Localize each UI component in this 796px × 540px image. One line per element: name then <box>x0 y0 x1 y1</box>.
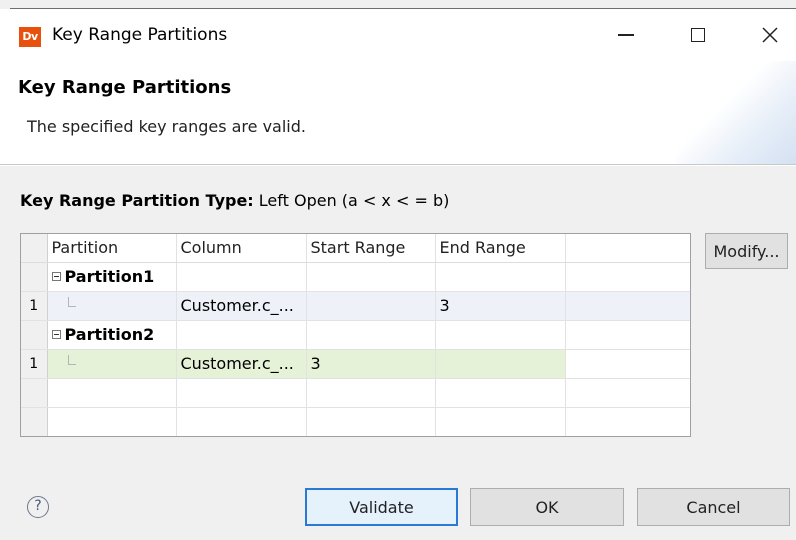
table-row[interactable]: 1 Customer.c_... 3 <box>21 349 690 379</box>
table-cell <box>565 407 690 436</box>
banner-decoration <box>676 61 796 164</box>
partition-type-label: Key Range Partition Type: <box>20 191 254 210</box>
table-cell <box>306 407 436 436</box>
close-icon <box>762 27 778 43</box>
table-cell <box>565 262 690 292</box>
table-cell <box>176 262 307 292</box>
collapse-icon[interactable] <box>51 272 61 281</box>
partition-type-value: Left Open (a < x < = b) <box>258 191 450 210</box>
row-number-cell <box>21 407 48 436</box>
table-cell <box>435 320 566 350</box>
table-cell <box>565 349 690 379</box>
modify-button[interactable]: Modify... <box>705 233 788 269</box>
tree-connector-cell <box>47 349 177 379</box>
window-title: Key Range Partitions <box>52 25 228 45</box>
end-range-cell[interactable]: 3 <box>435 291 566 321</box>
group-row-partition2[interactable]: Partition2 <box>21 320 690 350</box>
table-cell <box>435 378 566 408</box>
ok-button[interactable]: OK <box>470 488 624 526</box>
header-banner: Key Range Partitions The specified key r… <box>0 61 796 164</box>
table-cell <box>435 262 566 292</box>
partition-name: Partition2 <box>64 325 155 344</box>
table-row[interactable]: 1 Customer.c_... 3 <box>21 291 690 321</box>
close-button[interactable] <box>740 9 796 61</box>
validate-button[interactable]: Validate <box>305 488 458 526</box>
start-range-cell[interactable] <box>306 291 436 321</box>
row-number-cell: 1 <box>21 349 48 379</box>
divider <box>0 165 796 166</box>
maximize-button[interactable] <box>668 9 728 61</box>
collapse-icon[interactable] <box>51 330 61 339</box>
app-logo-icon: Dv <box>19 27 41 47</box>
table-cell <box>565 291 690 321</box>
end-range-cell[interactable] <box>435 349 566 379</box>
partition-type-line: Key Range Partition Type: Left Open (a <… <box>20 191 449 210</box>
table-header-row: Partition Column Start Range End Range <box>21 234 690 263</box>
column-header-end-range[interactable]: End Range <box>435 234 566 263</box>
tree-line-icon <box>67 297 76 307</box>
row-number-header <box>21 234 48 263</box>
row-number-cell: 1 <box>21 291 48 321</box>
table-cell <box>176 378 307 408</box>
table-cell <box>306 262 436 292</box>
table-cell <box>306 320 436 350</box>
validation-message: The specified key ranges are valid. <box>27 117 306 136</box>
table-cell <box>435 407 566 436</box>
tree-connector-cell <box>47 291 177 321</box>
minimize-icon <box>618 34 634 36</box>
table-cell <box>176 407 307 436</box>
table-cell <box>47 407 177 436</box>
column-header-column[interactable]: Column <box>176 234 307 263</box>
column-cell[interactable]: Customer.c_... <box>176 291 307 321</box>
tree-line-icon <box>67 355 76 365</box>
row-number-cell <box>21 378 48 408</box>
table-cell <box>176 320 307 350</box>
partitions-table[interactable]: Partition Column Start Range End Range P… <box>20 233 691 437</box>
cancel-button[interactable]: Cancel <box>637 488 790 526</box>
partition-name: Partition1 <box>64 267 155 286</box>
table-cell <box>565 320 690 350</box>
partition-group-cell[interactable]: Partition1 <box>47 262 177 292</box>
column-header-start-range[interactable]: Start Range <box>306 234 436 263</box>
column-header-partition[interactable]: Partition <box>47 234 177 263</box>
minimize-button[interactable] <box>596 9 656 61</box>
table-cell <box>306 378 436 408</box>
empty-row <box>21 407 690 436</box>
empty-row <box>21 378 690 408</box>
column-cell[interactable]: Customer.c_... <box>176 349 307 379</box>
key-range-partitions-dialog: Dv Key Range Partitions Key Range Partit… <box>0 0 796 540</box>
row-number-cell <box>21 262 48 292</box>
table-cell <box>47 378 177 408</box>
partition-group-cell[interactable]: Partition2 <box>47 320 177 350</box>
start-range-cell[interactable]: 3 <box>306 349 436 379</box>
group-row-partition1[interactable]: Partition1 <box>21 262 690 292</box>
column-header-filler <box>565 234 690 263</box>
maximize-icon <box>691 28 705 42</box>
title-bar: Dv Key Range Partitions <box>0 9 796 61</box>
help-icon[interactable]: ? <box>27 496 49 518</box>
table-cell <box>565 378 690 408</box>
banner-title: Key Range Partitions <box>18 77 232 98</box>
row-number-cell <box>21 320 48 350</box>
